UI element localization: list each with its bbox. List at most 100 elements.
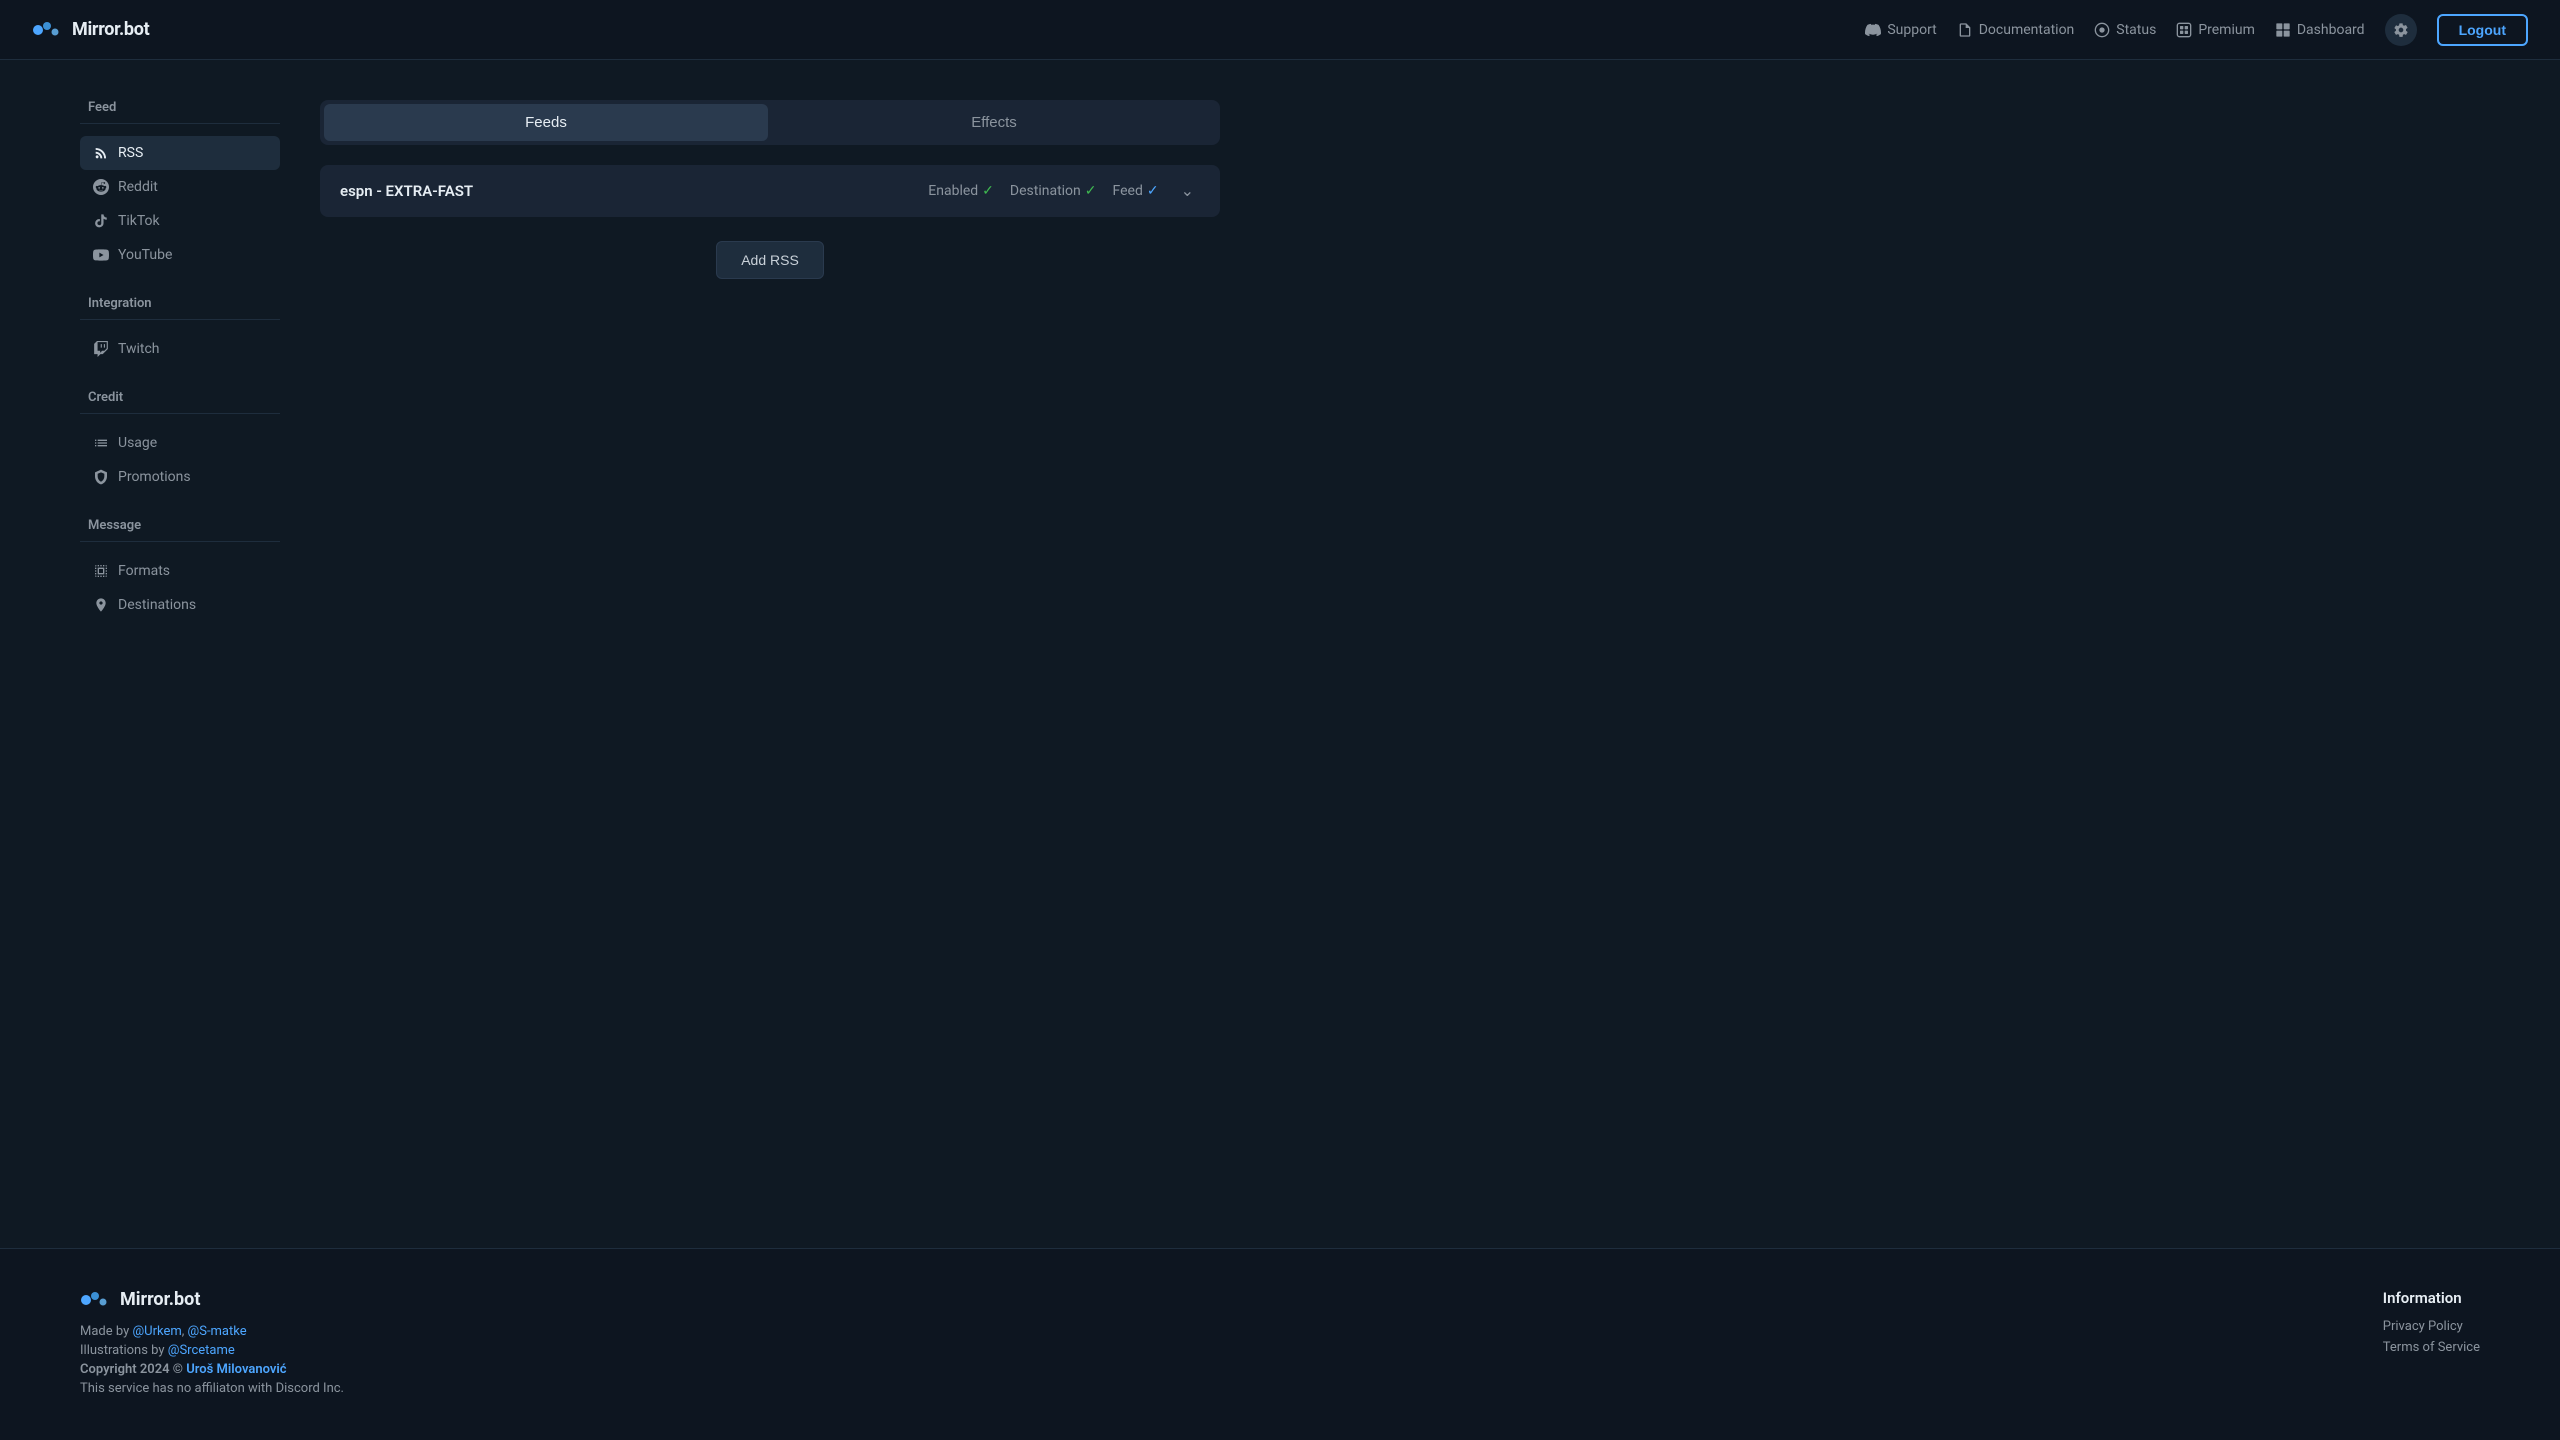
sidebar-item-tiktok-label: TikTok xyxy=(118,213,160,229)
feed-row-status: Enabled ✓ Destination ✓ Feed ✓ ⌄ xyxy=(928,179,1200,203)
destination-check: ✓ xyxy=(1085,183,1097,199)
status-icon xyxy=(2094,22,2110,38)
sidebar-section-message: Message Formats Destinations xyxy=(80,518,280,622)
dashboard-label: Dashboard xyxy=(2297,22,2365,38)
illustrations-text: Illustrations by xyxy=(80,1343,168,1358)
sidebar-item-usage-label: Usage xyxy=(118,435,157,451)
footer-inner: Mirror.bot Made by @Urkem, @S-matke Illu… xyxy=(80,1289,2480,1400)
premium-link[interactable]: Premium xyxy=(2176,22,2255,38)
footer-left: Mirror.bot Made by @Urkem, @S-matke Illu… xyxy=(80,1289,344,1400)
sidebar-section-feed: Feed RSS Reddit xyxy=(80,100,280,272)
logout-button[interactable]: Logout xyxy=(2437,14,2528,46)
promotions-icon xyxy=(92,468,110,486)
footer-made-by: Made by @Urkem, @S-matke xyxy=(80,1324,344,1339)
sidebar-item-promotions[interactable]: Promotions xyxy=(80,460,280,494)
tabs-container: Feeds Effects xyxy=(320,100,1220,145)
sidebar-section-credit: Credit Usage Promotions xyxy=(80,390,280,494)
footer-logo-icon xyxy=(80,1290,110,1310)
file-icon xyxy=(1957,22,1973,38)
twitch-icon xyxy=(92,340,110,358)
header-nav: Support Documentation Status Premium Das… xyxy=(1865,14,2528,46)
tiktok-icon xyxy=(92,212,110,230)
logo-area: Mirror.bot xyxy=(32,19,149,40)
sidebar-section-integration: Integration Twitch xyxy=(80,296,280,366)
copyright-text: Copyright 2024 © xyxy=(80,1362,186,1377)
dashboard-link[interactable]: Dashboard xyxy=(2275,22,2365,38)
reddit-icon xyxy=(92,178,110,196)
terms-of-service-link[interactable]: Terms of Service xyxy=(2383,1340,2480,1355)
add-rss-button[interactable]: Add RSS xyxy=(716,241,824,279)
footer-right: Information Privacy Policy Terms of Serv… xyxy=(2383,1289,2480,1361)
feed-row-name: espn - EXTRA-FAST xyxy=(340,182,473,200)
support-link[interactable]: Support xyxy=(1865,22,1936,38)
sidebar-item-rss-label: RSS xyxy=(118,145,143,161)
dashboard-icon xyxy=(2275,22,2291,38)
feed-row: espn - EXTRA-FAST Enabled ✓ Destination … xyxy=(320,165,1220,217)
sidebar-item-youtube-label: YouTube xyxy=(118,247,172,263)
destinations-icon xyxy=(92,596,110,614)
sidebar-item-reddit-label: Reddit xyxy=(118,179,158,195)
sidebar-divider-message xyxy=(80,541,280,542)
author1-link[interactable]: @Urkem xyxy=(132,1324,181,1339)
sidebar-item-formats[interactable]: Formats xyxy=(80,554,280,588)
footer-copyright: Copyright 2024 © Uroš Milovanović xyxy=(80,1362,344,1377)
footer-information-title: Information xyxy=(2383,1289,2480,1307)
status-link[interactable]: Status xyxy=(2094,22,2156,38)
sidebar-section-credit-title: Credit xyxy=(80,390,280,405)
footer-logo-area: Mirror.bot xyxy=(80,1289,344,1310)
sidebar-section-message-title: Message xyxy=(80,518,280,533)
enabled-status: Enabled ✓ xyxy=(928,183,994,199)
tab-effects[interactable]: Effects xyxy=(772,104,1216,141)
settings-icon-button[interactable] xyxy=(2385,14,2417,46)
footer-illustrations: Illustrations by @Srcetame xyxy=(80,1343,344,1358)
made-by-text: Made by xyxy=(80,1324,132,1339)
footer-disclaimer: This service has no affiliaton with Disc… xyxy=(80,1381,344,1396)
feed-status: Feed ✓ xyxy=(1113,183,1159,199)
sidebar-item-youtube[interactable]: YouTube xyxy=(80,238,280,272)
sidebar-item-destinations-label: Destinations xyxy=(118,597,196,613)
documentation-link[interactable]: Documentation xyxy=(1957,22,2075,38)
sidebar-divider-feed xyxy=(80,123,280,124)
author2-link[interactable]: @S-matke xyxy=(188,1324,247,1339)
sidebar-item-twitch-label: Twitch xyxy=(118,341,160,357)
formats-icon xyxy=(92,562,110,580)
sidebar-item-formats-label: Formats xyxy=(118,563,170,579)
main-content: Feed RSS Reddit xyxy=(0,60,2560,1248)
rss-icon xyxy=(92,144,110,162)
sidebar-item-promotions-label: Promotions xyxy=(118,469,191,485)
tab-feeds[interactable]: Feeds xyxy=(324,104,768,141)
sidebar-item-rss[interactable]: RSS xyxy=(80,136,280,170)
footer-logo-text: Mirror.bot xyxy=(120,1289,200,1310)
feed-label: Feed xyxy=(1113,183,1143,199)
footer: Mirror.bot Made by @Urkem, @S-matke Illu… xyxy=(0,1248,2560,1440)
premium-icon xyxy=(2176,22,2192,38)
enabled-check: ✓ xyxy=(982,183,994,199)
sidebar-divider-credit xyxy=(80,413,280,414)
logo-icon xyxy=(32,20,62,40)
usage-icon xyxy=(92,434,110,452)
sidebar: Feed RSS Reddit xyxy=(80,100,280,1208)
sidebar-item-twitch[interactable]: Twitch xyxy=(80,332,280,366)
sidebar-section-feed-title: Feed xyxy=(80,100,280,115)
status-label: Status xyxy=(2116,22,2156,38)
logo-text: Mirror.bot xyxy=(72,19,149,40)
sidebar-item-usage[interactable]: Usage xyxy=(80,426,280,460)
enabled-label: Enabled xyxy=(928,183,978,199)
sidebar-item-reddit[interactable]: Reddit xyxy=(80,170,280,204)
illustrations-author-link[interactable]: @Srcetame xyxy=(168,1343,235,1358)
youtube-icon xyxy=(92,246,110,264)
documentation-label: Documentation xyxy=(1979,22,2075,38)
sidebar-item-tiktok[interactable]: TikTok xyxy=(80,204,280,238)
sidebar-section-integration-title: Integration xyxy=(80,296,280,311)
privacy-policy-link[interactable]: Privacy Policy xyxy=(2383,1319,2480,1334)
discord-icon xyxy=(1865,22,1881,38)
content-area: Feeds Effects espn - EXTRA-FAST Enabled … xyxy=(320,100,1220,1208)
premium-label: Premium xyxy=(2198,22,2255,38)
sidebar-divider-integration xyxy=(80,319,280,320)
expand-feed-button[interactable]: ⌄ xyxy=(1175,179,1200,203)
add-rss-container: Add RSS xyxy=(320,241,1220,279)
sidebar-item-destinations[interactable]: Destinations xyxy=(80,588,280,622)
destination-status: Destination ✓ xyxy=(1010,183,1097,199)
copyright-author-link[interactable]: Uroš Milovanović xyxy=(186,1362,286,1377)
support-label: Support xyxy=(1887,22,1936,38)
